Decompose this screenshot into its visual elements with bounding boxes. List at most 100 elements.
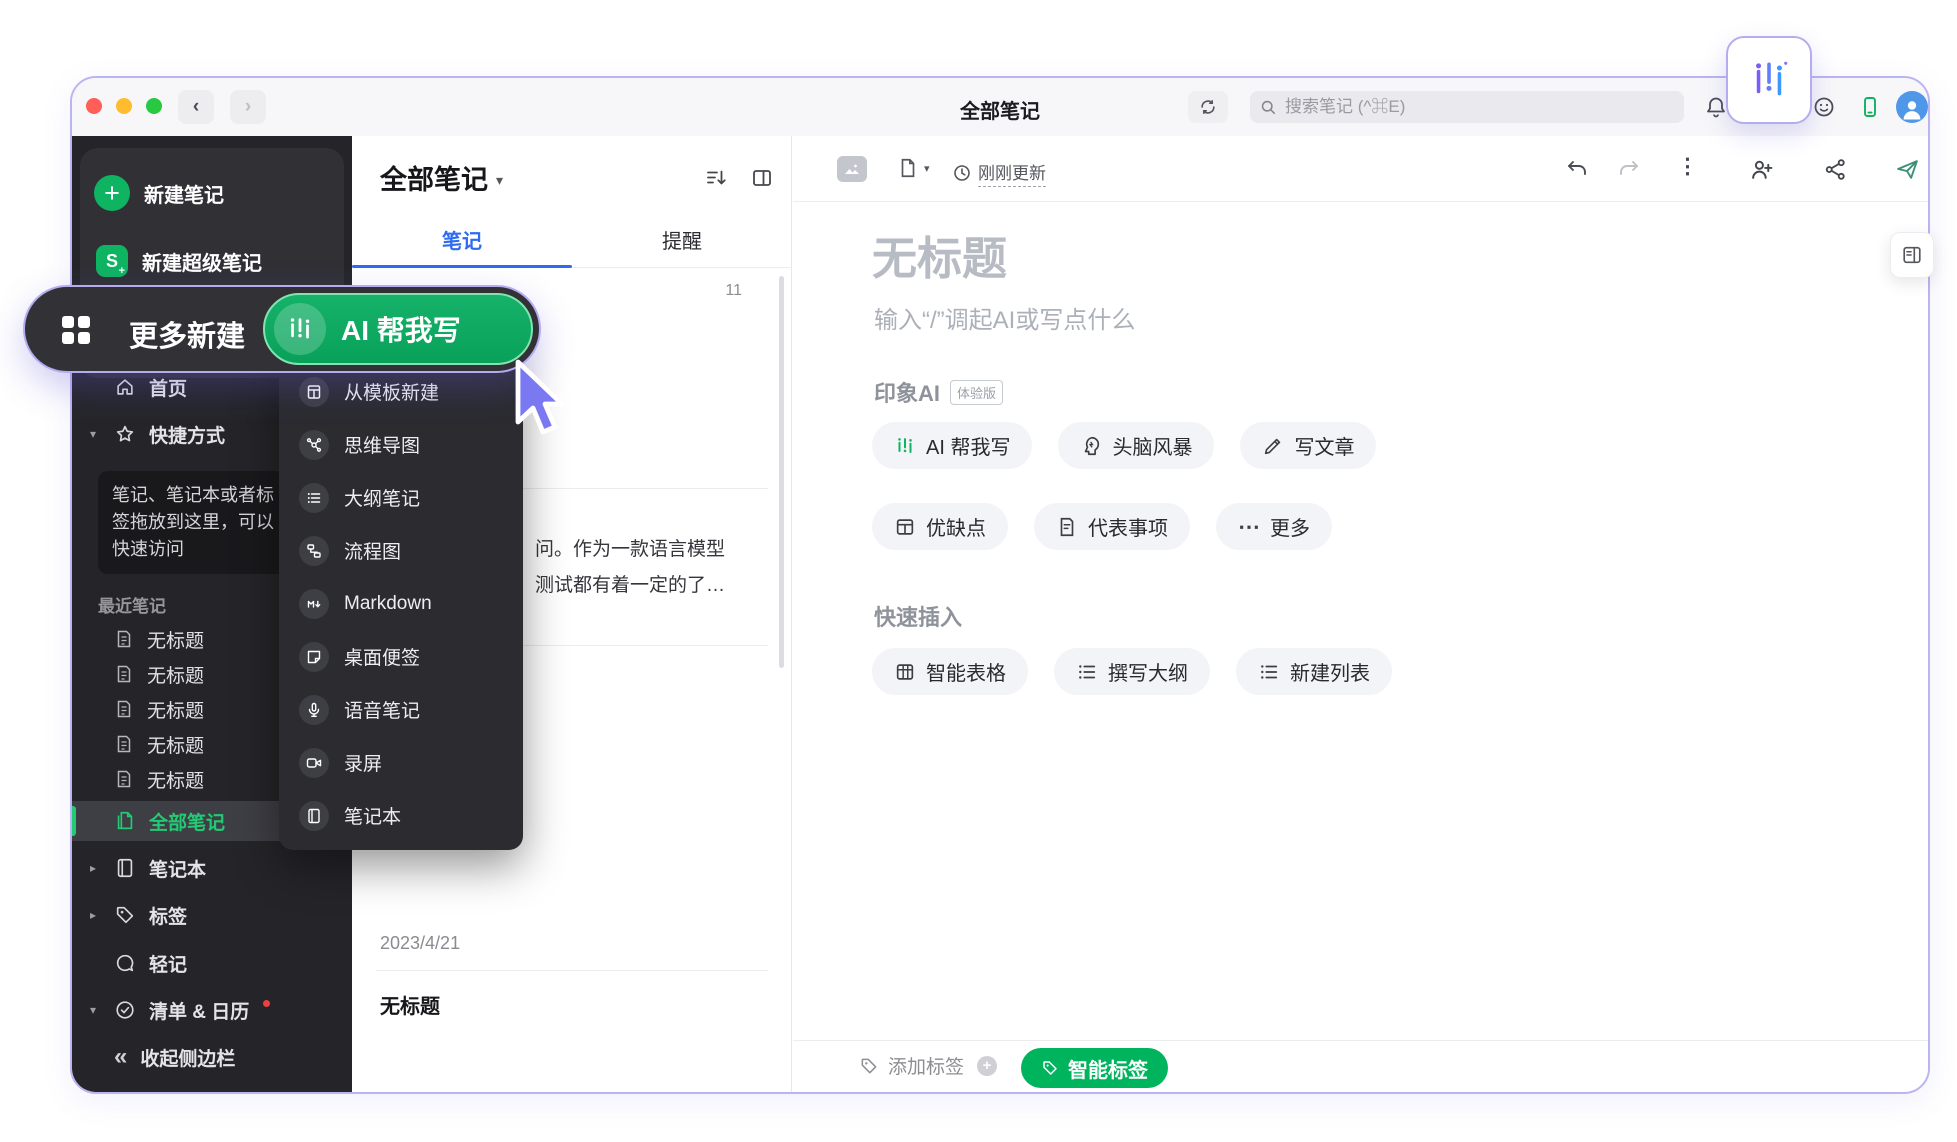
menu-item-label: Markdown xyxy=(344,593,432,615)
home-icon xyxy=(114,376,136,398)
note-type-button[interactable]: ▾ xyxy=(897,157,930,179)
new-list-button[interactable]: 新建列表 xyxy=(1236,648,1392,695)
list-scrollbar[interactable] xyxy=(779,276,784,668)
layout-view-icon[interactable] xyxy=(750,166,774,190)
smart-table-button[interactable]: 智能表格 xyxy=(872,648,1028,695)
nav-forward-button[interactable]: › xyxy=(230,90,266,124)
menu-item-notebook[interactable]: 笔记本 xyxy=(279,789,523,842)
sidebar-item-checklist-calendar[interactable]: ▾ 清单 & 日历 xyxy=(72,990,352,1030)
sync-button[interactable] xyxy=(1188,91,1228,123)
list-header[interactable]: 全部笔记 ▾ xyxy=(380,158,503,197)
avatar[interactable] xyxy=(1896,91,1928,123)
tab-notes[interactable]: 笔记 xyxy=(352,212,572,267)
chevron-down-icon[interactable]: ▾ xyxy=(90,1003,96,1017)
ai-section-header: 印象AI 体验版 xyxy=(874,376,1003,408)
note-icon xyxy=(114,699,134,719)
more-ai-label: 更多 xyxy=(1270,512,1310,541)
more-new-label: 更多新建 xyxy=(129,313,245,355)
quick-insert-header: 快速插入 xyxy=(874,600,962,632)
recent-note-title: 无标题 xyxy=(147,731,204,758)
chevron-down-icon[interactable]: ▾ xyxy=(90,427,96,441)
chevron-right-icon[interactable]: ▸ xyxy=(90,908,96,922)
list-divider xyxy=(376,970,768,971)
search-input[interactable] xyxy=(1285,97,1674,117)
mouse-cursor xyxy=(506,358,578,442)
pros-cons-button[interactable]: 优缺点 xyxy=(872,503,1008,550)
sticky-note-icon xyxy=(299,642,329,672)
add-collaborator-icon[interactable] xyxy=(1749,157,1774,182)
ai-write-pill-label: AI 帮我写 xyxy=(341,309,461,349)
ai-sparkle-icon xyxy=(894,435,916,457)
menu-item-sticky-note[interactable]: 桌面便签 xyxy=(279,630,523,683)
support-icon[interactable] xyxy=(1812,95,1836,119)
share-icon[interactable] xyxy=(1823,157,1848,182)
write-outline-button[interactable]: 撰写大纲 xyxy=(1054,648,1210,695)
close-window-button[interactable] xyxy=(86,98,102,114)
ai-write-pill-button[interactable]: AI 帮我写 xyxy=(263,293,533,365)
brainstorm-button[interactable]: 头脑风暴 xyxy=(1058,422,1214,469)
search-bar[interactable] xyxy=(1250,91,1684,123)
ai-sparkle-icon xyxy=(1746,57,1792,103)
sidebar-item-qingji[interactable]: 轻记 xyxy=(72,943,352,983)
outline-icon xyxy=(1901,244,1923,266)
check-circle-icon xyxy=(114,999,136,1021)
collapse-sidebar-button[interactable]: « 收起侧边栏 xyxy=(72,1037,352,1077)
notes-count: 11 xyxy=(682,282,742,300)
tag-icon xyxy=(114,904,136,926)
sidebar-item-tags[interactable]: ▸ 标签 xyxy=(72,895,352,935)
menu-item-screen-record[interactable]: 录屏 xyxy=(279,736,523,789)
search-icon xyxy=(1260,99,1277,116)
new-super-note-button[interactable]: S+ 新建超级笔记 xyxy=(72,239,336,283)
tab-reminders[interactable]: 提醒 xyxy=(572,212,792,267)
note-date[interactable]: 2023/4/21 xyxy=(380,933,460,954)
recent-notes-label: 最近笔记 xyxy=(98,592,166,617)
note-title-input[interactable]: 无标题 xyxy=(872,222,1007,287)
mindmap-icon xyxy=(299,430,329,460)
undo-icon[interactable] xyxy=(1565,157,1589,181)
minimize-window-button[interactable] xyxy=(116,98,132,114)
sidebar-item-notebooks[interactable]: ▸ 笔记本 xyxy=(72,848,352,888)
note-body-placeholder[interactable]: 输入“/”调起AI或写点什么 xyxy=(874,300,1135,335)
send-icon[interactable] xyxy=(1895,157,1920,182)
note-item-title[interactable]: 无标题 xyxy=(380,990,440,1019)
menu-item-label: 流程图 xyxy=(344,537,401,564)
notebook-icon xyxy=(299,801,329,831)
new-note-button[interactable]: + 新建笔记 xyxy=(72,171,336,215)
menu-item-outline-note[interactable]: 大纲笔记 xyxy=(279,471,523,524)
add-tag-label: 添加标签 xyxy=(888,1052,964,1079)
recent-note-title: 无标题 xyxy=(147,766,204,793)
redo-icon[interactable] xyxy=(1617,157,1641,181)
more-options-kebab-icon[interactable]: ⋮ xyxy=(1677,154,1698,179)
menu-item-mindmap[interactable]: 思维导图 xyxy=(279,418,523,471)
outline-panel-button[interactable] xyxy=(1890,232,1934,278)
menu-item-flowchart[interactable]: 流程图 xyxy=(279,524,523,577)
note-snippet-line[interactable]: 问。作为一款语言模型 xyxy=(535,534,775,561)
more-new-popup[interactable]: 更多新建 AI 帮我写 xyxy=(23,285,541,373)
more-ai-button[interactable]: ⋯ 更多 xyxy=(1216,503,1332,550)
mobile-icon[interactable] xyxy=(1858,95,1882,119)
menu-item-label: 从模板新建 xyxy=(344,378,439,405)
window-title: 全部笔记 xyxy=(900,95,1100,124)
note-snippet-line[interactable]: 测试都有着一定的了… xyxy=(535,570,775,597)
plus-icon[interactable]: + xyxy=(977,1056,997,1076)
smart-tag-button[interactable]: 智能标签 xyxy=(1021,1048,1168,1088)
sort-icon[interactable] xyxy=(704,166,728,190)
last-updated-status[interactable]: 刚刚更新 xyxy=(953,159,1046,187)
checklist-calendar-label: 清单 & 日历 xyxy=(149,997,249,1024)
menu-item-voice-note[interactable]: 语音笔记 xyxy=(279,683,523,736)
chevron-down-icon: ▾ xyxy=(924,162,930,175)
cover-image-button[interactable] xyxy=(837,156,867,182)
menu-item-markdown[interactable]: Markdown xyxy=(279,577,523,630)
notifications-bell-icon[interactable] xyxy=(1704,95,1728,119)
outline-note-icon xyxy=(299,483,329,513)
chevron-right-icon[interactable]: ▸ xyxy=(90,861,96,875)
zoom-window-button[interactable] xyxy=(146,98,162,114)
menu-item-label: 语音笔记 xyxy=(344,696,420,723)
grid-icon xyxy=(61,315,91,345)
add-tag-button[interactable]: 添加标签 + xyxy=(859,1052,997,1079)
ai-assistant-float-button[interactable] xyxy=(1726,36,1812,124)
ai-write-button[interactable]: AI 帮我写 xyxy=(872,422,1032,469)
nav-back-button[interactable]: ‹ xyxy=(178,90,214,124)
todo-items-button[interactable]: 代表事项 xyxy=(1034,503,1190,550)
write-article-button[interactable]: 写文章 xyxy=(1240,422,1376,469)
